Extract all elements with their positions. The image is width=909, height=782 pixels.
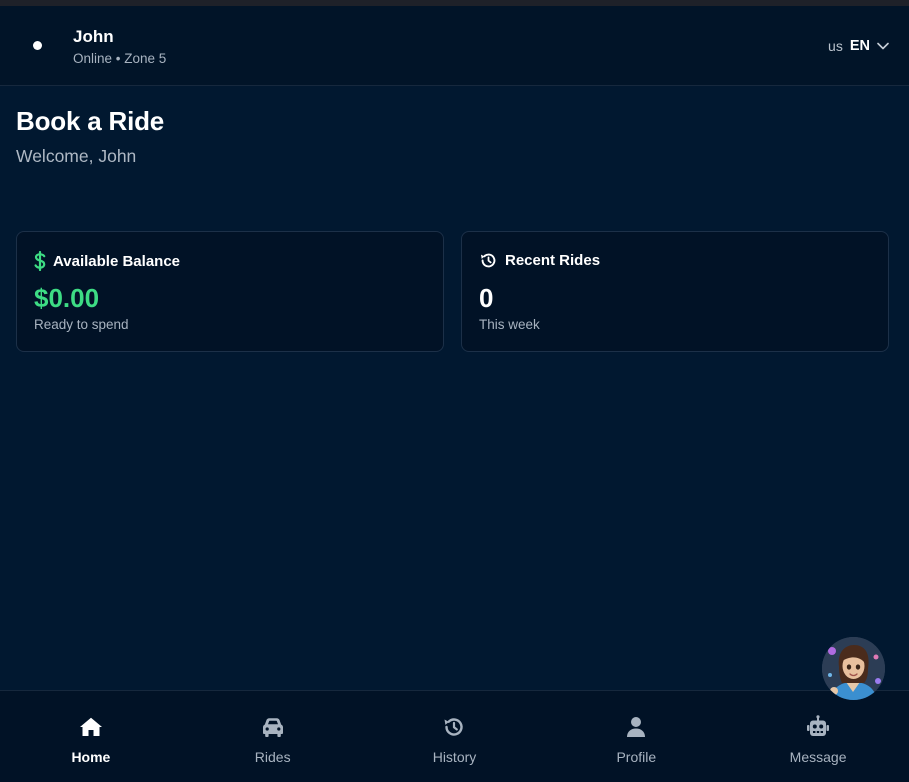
nav-item-profile[interactable]: Profile xyxy=(545,691,727,782)
nav-label-home: Home xyxy=(71,749,111,765)
language-selector[interactable]: us EN xyxy=(828,36,889,56)
nav-item-home[interactable]: Home xyxy=(0,691,182,782)
user-icon xyxy=(627,717,646,737)
history-icon xyxy=(444,718,464,736)
assistant-avatar[interactable] xyxy=(822,637,885,700)
nav-item-history[interactable]: History xyxy=(364,691,546,782)
online-status-dot xyxy=(33,41,42,50)
chevron-down-icon xyxy=(877,42,889,50)
recent-rides-value: 0 xyxy=(479,283,494,313)
balance-value: $0.00 xyxy=(34,283,100,313)
home-icon xyxy=(79,717,102,736)
balance-subtext: Ready to spend xyxy=(34,317,129,332)
history-icon xyxy=(480,253,496,268)
user-status: Online • Zone 5 xyxy=(73,51,167,66)
page-title: Book a Ride xyxy=(16,106,165,136)
balance-label: Available Balance xyxy=(53,252,181,270)
bottom-navigation: Home Rides History Profile Message xyxy=(0,690,909,782)
language-code: EN xyxy=(849,38,870,54)
dollar-icon xyxy=(34,251,46,271)
recent-rides-card[interactable]: Recent Rides 0 This week xyxy=(461,231,889,352)
nav-item-rides[interactable]: Rides xyxy=(182,691,364,782)
nav-label-message: Message xyxy=(789,749,847,765)
user-name: John xyxy=(73,27,114,46)
recent-rides-card-header: Recent Rides xyxy=(479,251,600,270)
nav-label-history: History xyxy=(432,749,477,765)
car-icon xyxy=(262,718,283,737)
recent-rides-label: Recent Rides xyxy=(505,252,601,269)
balance-card[interactable]: Available Balance $0.00 Ready to spend xyxy=(16,231,444,352)
recent-rides-subtext: This week xyxy=(479,317,540,332)
assistant-avatar-image xyxy=(822,637,885,700)
robot-icon xyxy=(807,715,830,736)
nav-item-message[interactable]: Message xyxy=(727,691,909,782)
nav-label-rides: Rides xyxy=(254,749,291,765)
app-header: John Online • Zone 5 us EN xyxy=(0,6,909,86)
balance-card-header: Available Balance xyxy=(34,251,180,271)
nav-label-profile: Profile xyxy=(616,749,657,765)
flag-icon: us xyxy=(828,38,843,54)
welcome-message: Welcome, John xyxy=(16,146,137,166)
